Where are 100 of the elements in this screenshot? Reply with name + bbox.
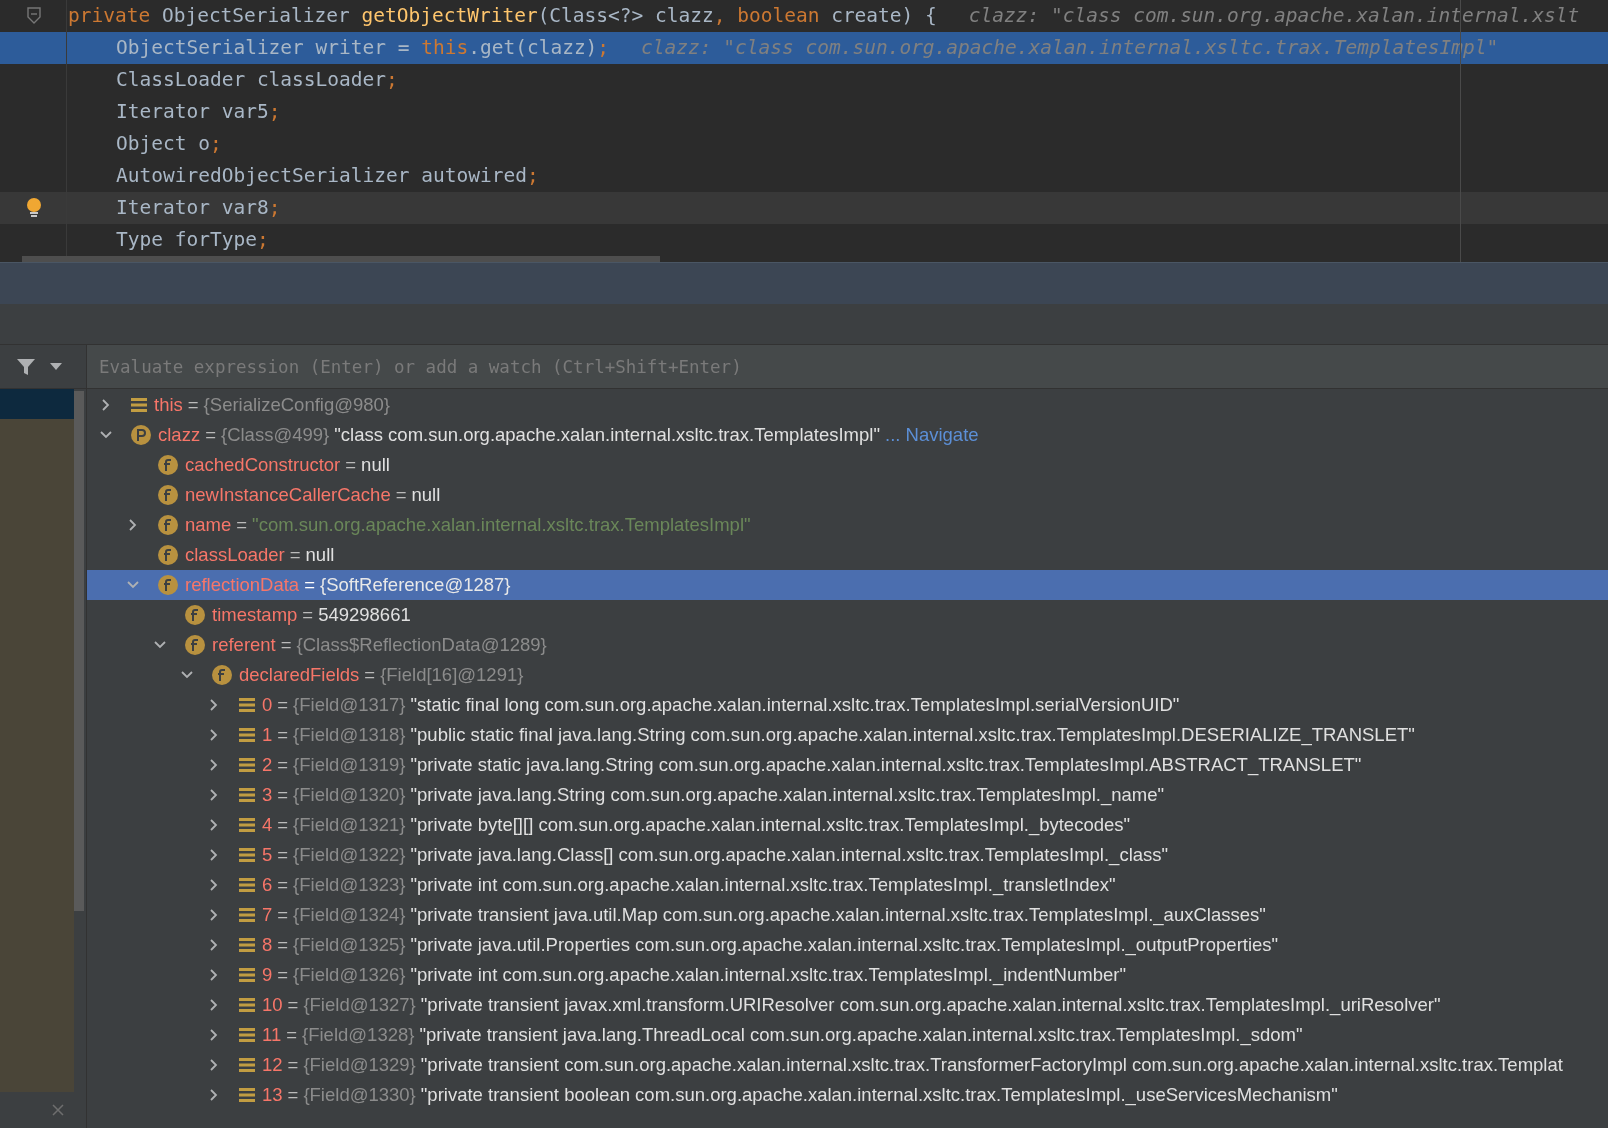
- equals-sign: =: [277, 873, 289, 898]
- code-line: AutowiredObjectSerializer autowired;: [116, 163, 539, 190]
- list-icon: [239, 997, 255, 1013]
- list-icon: [239, 847, 255, 863]
- variable-value: null: [411, 483, 441, 508]
- equals-sign: =: [287, 1083, 299, 1108]
- lightbulb-icon[interactable]: [26, 197, 42, 219]
- variable-name[interactable]: this: [154, 391, 183, 419]
- code-line: Type forType;: [116, 227, 269, 254]
- variable-value: "private int com.sun.org.apache.xalan.internal.xsltc.trax.TemplatesImpl._transletIndex": [410, 873, 1116, 898]
- variable-name[interactable]: referent: [212, 631, 276, 659]
- field-icon: [158, 485, 178, 505]
- object-reference: {Field@1327}: [303, 993, 416, 1018]
- equals-sign: =: [277, 723, 289, 748]
- equals-sign: =: [277, 933, 289, 958]
- list-icon: [239, 1057, 255, 1073]
- code-line: Iterator var5;: [116, 99, 281, 126]
- variable-name[interactable]: 7: [262, 901, 273, 929]
- object-reference: {Field@1317}: [293, 693, 406, 718]
- field-icon: [158, 575, 178, 595]
- equals-sign: =: [302, 603, 314, 628]
- variable-value: "private java.lang.Class[] com.sun.org.apache.xalan.internal.xsltc.trax.TemplatesImpl._class": [410, 843, 1169, 868]
- variable-name[interactable]: 0: [262, 691, 273, 719]
- equals-sign: =: [277, 843, 289, 868]
- variable-name[interactable]: 4: [262, 811, 273, 839]
- horizontal-scrollbar[interactable]: [22, 256, 660, 262]
- variable-name[interactable]: name: [185, 511, 232, 539]
- variable-value: "private java.lang.String com.sun.org.apache.xalan.internal.xsltc.trax.TemplatesImpl._name": [410, 783, 1165, 808]
- equals-sign: =: [277, 693, 289, 718]
- object-reference: {Field@1320}: [293, 783, 406, 808]
- object-reference: {Field@1321}: [293, 813, 406, 838]
- variable-value: "class com.sun.org.apache.xalan.internal.xsltc.trax.TemplatesImpl": [334, 423, 880, 448]
- object-reference: {Field@1323}: [293, 873, 406, 898]
- filter-icon[interactable]: [16, 357, 36, 376]
- field-icon: [185, 635, 205, 655]
- variable-name[interactable]: 6: [262, 871, 273, 899]
- field-icon: [158, 455, 178, 475]
- variable-value: "private static java.lang.String com.sun.org.apache.xalan.internal.xsltc.trax.TemplatesImpl.ABSTRACT_TRANSLET": [410, 753, 1362, 778]
- equals-sign: =: [287, 1053, 299, 1078]
- variable-name[interactable]: declaredFields: [239, 661, 360, 689]
- variable-value: "static final long com.sun.org.apache.xalan.internal.xsltc.trax.TemplatesImpl.serialVersionUID": [410, 693, 1180, 718]
- variable-name[interactable]: 12: [262, 1051, 283, 1079]
- variable-value: "private transient com.sun.org.apache.xalan.internal.xsltc.trax.TransformerFactoryImpl com.sun.org.apache.xalan.internal.xsltc.trax.Templat: [420, 1053, 1563, 1078]
- variable-name[interactable]: 2: [262, 751, 273, 779]
- variable-value: "private transient java.util.Map com.sun.org.apache.xalan.internal.xsltc.trax.TemplatesImpl._auxClasses": [410, 903, 1266, 928]
- equals-sign: =: [277, 963, 289, 988]
- field-icon: [185, 605, 205, 625]
- variable-name[interactable]: newInstanceCallerCache: [185, 481, 391, 509]
- object-reference: {Field@1325}: [293, 933, 406, 958]
- equals-sign: =: [277, 783, 289, 808]
- variable-value: null: [361, 453, 390, 478]
- code-line: ClassLoader classLoader;: [116, 67, 398, 94]
- object-reference: {Field@1322}: [293, 843, 406, 868]
- dropdown-caret-icon[interactable]: [50, 362, 62, 371]
- object-reference: {SerializeConfig@980}: [203, 393, 391, 418]
- code-line: Object o;: [116, 131, 222, 158]
- variable-name[interactable]: 13: [262, 1081, 283, 1109]
- variable-name[interactable]: 5: [262, 841, 273, 869]
- variable-name[interactable]: timestamp: [212, 601, 298, 629]
- equals-sign: =: [277, 903, 289, 928]
- field-icon: [158, 515, 178, 535]
- variable-name[interactable]: clazz: [158, 421, 201, 449]
- variable-value: 549298661: [318, 603, 411, 628]
- list-icon: [239, 787, 255, 803]
- list-icon: [131, 397, 147, 413]
- list-icon: [239, 727, 255, 743]
- list-icon: [239, 1087, 255, 1103]
- variable-value: "private transient boolean com.sun.org.apache.xalan.internal.xsltc.trax.TemplatesImpl._useServicesMechanism": [420, 1083, 1338, 1108]
- equals-sign: =: [280, 633, 292, 658]
- equals-sign: =: [205, 423, 216, 448]
- variable-name[interactable]: 9: [262, 961, 273, 989]
- fold-marker-icon[interactable]: [27, 7, 41, 25]
- equals-sign: =: [277, 753, 289, 778]
- variable-name[interactable]: 8: [262, 931, 273, 959]
- object-reference: {Field@1330}: [303, 1083, 416, 1108]
- variable-name[interactable]: 3: [262, 781, 273, 809]
- variable-value: "private int com.sun.org.apache.xalan.internal.xsltc.trax.TemplatesImpl._indentNumber": [410, 963, 1126, 988]
- variable-name[interactable]: 10: [262, 991, 283, 1019]
- equals-sign: =: [287, 993, 299, 1018]
- variable-name[interactable]: 1: [262, 721, 273, 749]
- list-icon: [239, 967, 255, 983]
- equals-sign: =: [277, 813, 289, 838]
- object-reference: {Field@1319}: [293, 753, 406, 778]
- variable-name[interactable]: 11: [262, 1021, 282, 1049]
- variable-name[interactable]: cachedConstructor: [185, 451, 341, 479]
- field-icon: [212, 665, 232, 685]
- equals-sign: =: [286, 1023, 298, 1048]
- variable-name[interactable]: classLoader: [185, 541, 285, 569]
- object-reference: {SoftReference@1287}: [319, 573, 511, 598]
- variable-value: "public static final java.lang.String com.sun.org.apache.xalan.internal.xsltc.trax.TemplatesImpl.DESERIALIZE_TRANSLET": [410, 723, 1415, 748]
- equals-sign: =: [304, 573, 315, 598]
- parameter-icon: [131, 425, 151, 445]
- navigate-link[interactable]: ... Navigate: [885, 421, 979, 449]
- equals-sign: =: [395, 483, 407, 508]
- variable-value: "private java.util.Properties com.sun.org.apache.xalan.internal.xsltc.trax.TemplatesImpl._outputProperties": [410, 933, 1279, 958]
- list-icon: [239, 757, 255, 773]
- variable-value: "com.sun.org.apache.xalan.internal.xsltc.trax.TemplatesImpl": [252, 513, 751, 538]
- object-reference: {Field@1328}: [302, 1023, 415, 1048]
- vertical-scrollbar[interactable]: [74, 391, 84, 911]
- list-icon: [239, 817, 255, 833]
